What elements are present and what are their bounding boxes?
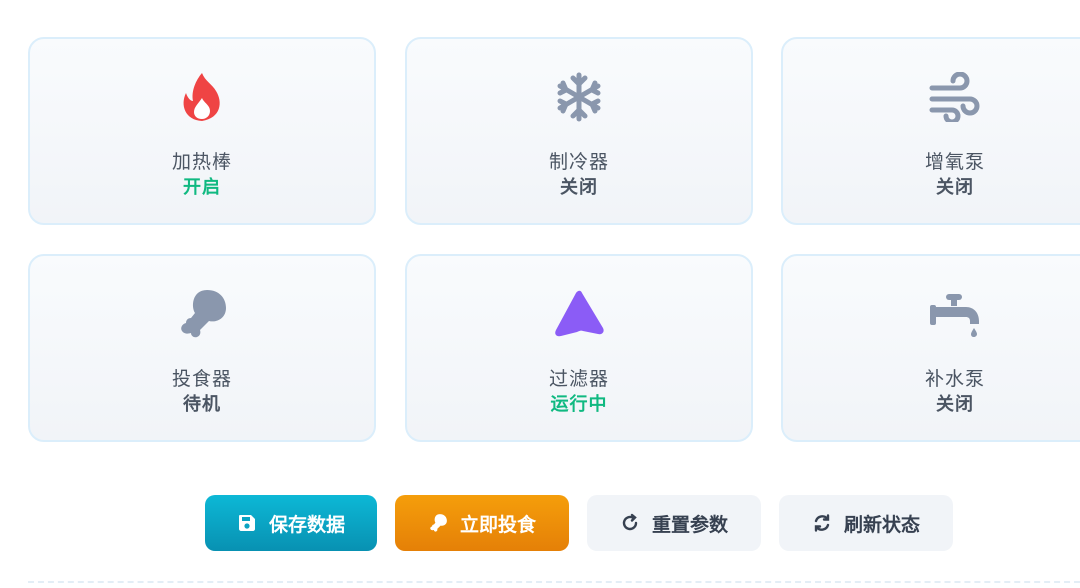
sync-icon [812, 513, 832, 533]
drumstick-icon [428, 513, 448, 533]
reset-params-label: 重置参数 [651, 513, 728, 536]
device-card-refill-pump[interactable]: 补水泵 关闭 [781, 254, 1080, 442]
faucet-icon [783, 286, 1080, 342]
device-name: 补水泵 [924, 368, 985, 390]
save-icon [237, 513, 257, 533]
refresh-status-label: 刷新状态 [843, 513, 920, 536]
device-card-filter[interactable]: 过滤器 运行中 [405, 254, 753, 442]
device-status: 待机 [183, 394, 221, 415]
device-name: 加热棒 [171, 151, 232, 173]
snowflake-icon [407, 69, 751, 125]
device-status: 关闭 [936, 394, 974, 415]
drumstick-icon [30, 286, 374, 342]
device-card-feeder[interactable]: 投食器 待机 [28, 254, 376, 442]
save-data-button[interactable]: 保存数据 [205, 495, 377, 551]
reset-params-button[interactable]: 重置参数 [587, 495, 761, 551]
redo-icon [620, 513, 640, 533]
device-name: 投食器 [171, 368, 232, 390]
device-card-aerator[interactable]: 增氧泵 关闭 [781, 37, 1080, 225]
feed-now-label: 立即投食 [459, 513, 536, 536]
wind-icon [783, 69, 1080, 125]
device-status: 关闭 [936, 177, 974, 198]
refresh-status-button[interactable]: 刷新状态 [779, 495, 953, 551]
device-status: 开启 [183, 177, 221, 198]
filter-triangle-icon [407, 286, 751, 342]
device-card-chiller[interactable]: 制冷器 关闭 [405, 37, 753, 225]
device-name: 增氧泵 [924, 151, 985, 173]
device-card-heater[interactable]: 加热棒 开启 [28, 37, 376, 225]
feed-now-button[interactable]: 立即投食 [395, 495, 569, 551]
device-name: 过滤器 [548, 368, 609, 390]
device-name: 制冷器 [548, 151, 609, 173]
device-status: 关闭 [560, 177, 598, 198]
save-data-label: 保存数据 [268, 513, 345, 536]
device-status: 运行中 [550, 394, 608, 415]
fire-icon [30, 69, 374, 125]
section-divider [28, 581, 1080, 583]
